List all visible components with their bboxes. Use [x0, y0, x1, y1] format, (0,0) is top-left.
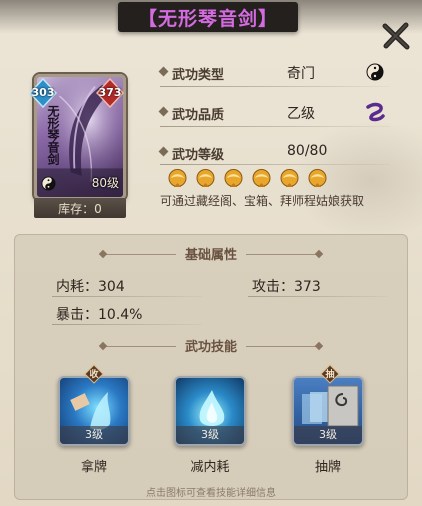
title-banner: 【无形琴音剑】 — [118, 2, 298, 32]
stock-label: 库存：0 — [34, 198, 126, 218]
divider — [248, 296, 388, 297]
badge-text: 抽 — [325, 370, 335, 380]
divider — [160, 126, 390, 127]
source-text: 可通过藏经阁、宝箱、拜师程姑娘获取 — [160, 194, 365, 208]
attr-level-value: 80/80 — [287, 143, 328, 159]
skill-detail-panel: 【无形琴音剑】 无形琴音剑 80级 303 373 库存：0 武功类型 奇门 武… — [0, 0, 422, 506]
card-level: 80级 — [91, 176, 119, 190]
attr-type-value: 奇门 — [287, 66, 315, 82]
stat-value: 10.4% — [98, 307, 143, 323]
card-vertical-name: 无形琴音剑 — [46, 105, 60, 165]
stat-value: 373 — [294, 279, 321, 295]
basic-section-title: 基础属性 — [184, 248, 237, 263]
stat-crit: 暴击：10.4% — [56, 304, 142, 324]
inner-gem-value: 303 — [31, 86, 55, 99]
inner-gem-badge: 303 — [28, 77, 58, 109]
stat-label: 内耗： — [56, 279, 98, 295]
hint-text: 点击图标可查看技能详细信息 — [146, 488, 276, 499]
level-star-icon — [224, 169, 243, 187]
attr-quality-label: 武功品质 — [172, 108, 225, 123]
divider — [160, 164, 390, 165]
skill-section-title: 武功技能 — [184, 340, 237, 355]
divider — [52, 296, 202, 297]
stat-value: 304 — [98, 279, 125, 295]
badge-text: 收 — [89, 370, 99, 380]
stat-label: 暴击： — [56, 307, 98, 323]
quality-yi-icon — [366, 102, 385, 122]
yin-yang-icon — [366, 63, 384, 81]
attack-gem-value: 373 — [98, 86, 122, 99]
level-star-icon — [280, 169, 299, 187]
skill-badge: 抽 — [320, 364, 340, 384]
skill-level: 3级 — [60, 426, 128, 444]
stat-inner: 内耗：304 — [56, 276, 125, 296]
level-star-icon — [252, 169, 271, 187]
skill-level: 3级 — [294, 426, 362, 444]
row-marker — [158, 146, 169, 157]
skill-name: 拿牌 — [80, 460, 107, 475]
level-stars — [166, 168, 329, 190]
close-icon — [382, 22, 410, 50]
skill-level: 3级 — [176, 426, 244, 444]
skill-draw-card[interactable]: 3级 — [58, 376, 130, 446]
attr-level-label: 武功等级 — [172, 148, 225, 163]
divider — [52, 324, 202, 325]
level-star-icon — [168, 169, 187, 187]
close-button[interactable] — [380, 20, 412, 52]
attr-quality-value: 乙级 — [287, 106, 315, 122]
skill-badge: 收 — [84, 364, 104, 384]
skill-name: 抽牌 — [314, 460, 341, 475]
level-star-icon — [308, 169, 327, 187]
divider — [246, 254, 318, 255]
divider — [246, 346, 318, 347]
page-title: 【无形琴音剑】 — [137, 7, 278, 30]
level-star-icon — [196, 169, 215, 187]
yin-yang-icon — [41, 176, 56, 191]
skill-pull-card[interactable]: 3级 — [292, 376, 364, 446]
stat-attack: 攻击：373 — [252, 276, 321, 296]
row-marker — [158, 66, 169, 77]
attack-gem-badge: 373 — [95, 77, 125, 109]
skill-name: 减内耗 — [190, 460, 230, 475]
skill-reduce-inner[interactable]: 3级 — [174, 376, 246, 446]
stat-label: 攻击： — [252, 279, 294, 295]
divider — [160, 86, 390, 87]
attr-type-label: 武功类型 — [172, 68, 225, 83]
row-marker — [158, 106, 169, 117]
